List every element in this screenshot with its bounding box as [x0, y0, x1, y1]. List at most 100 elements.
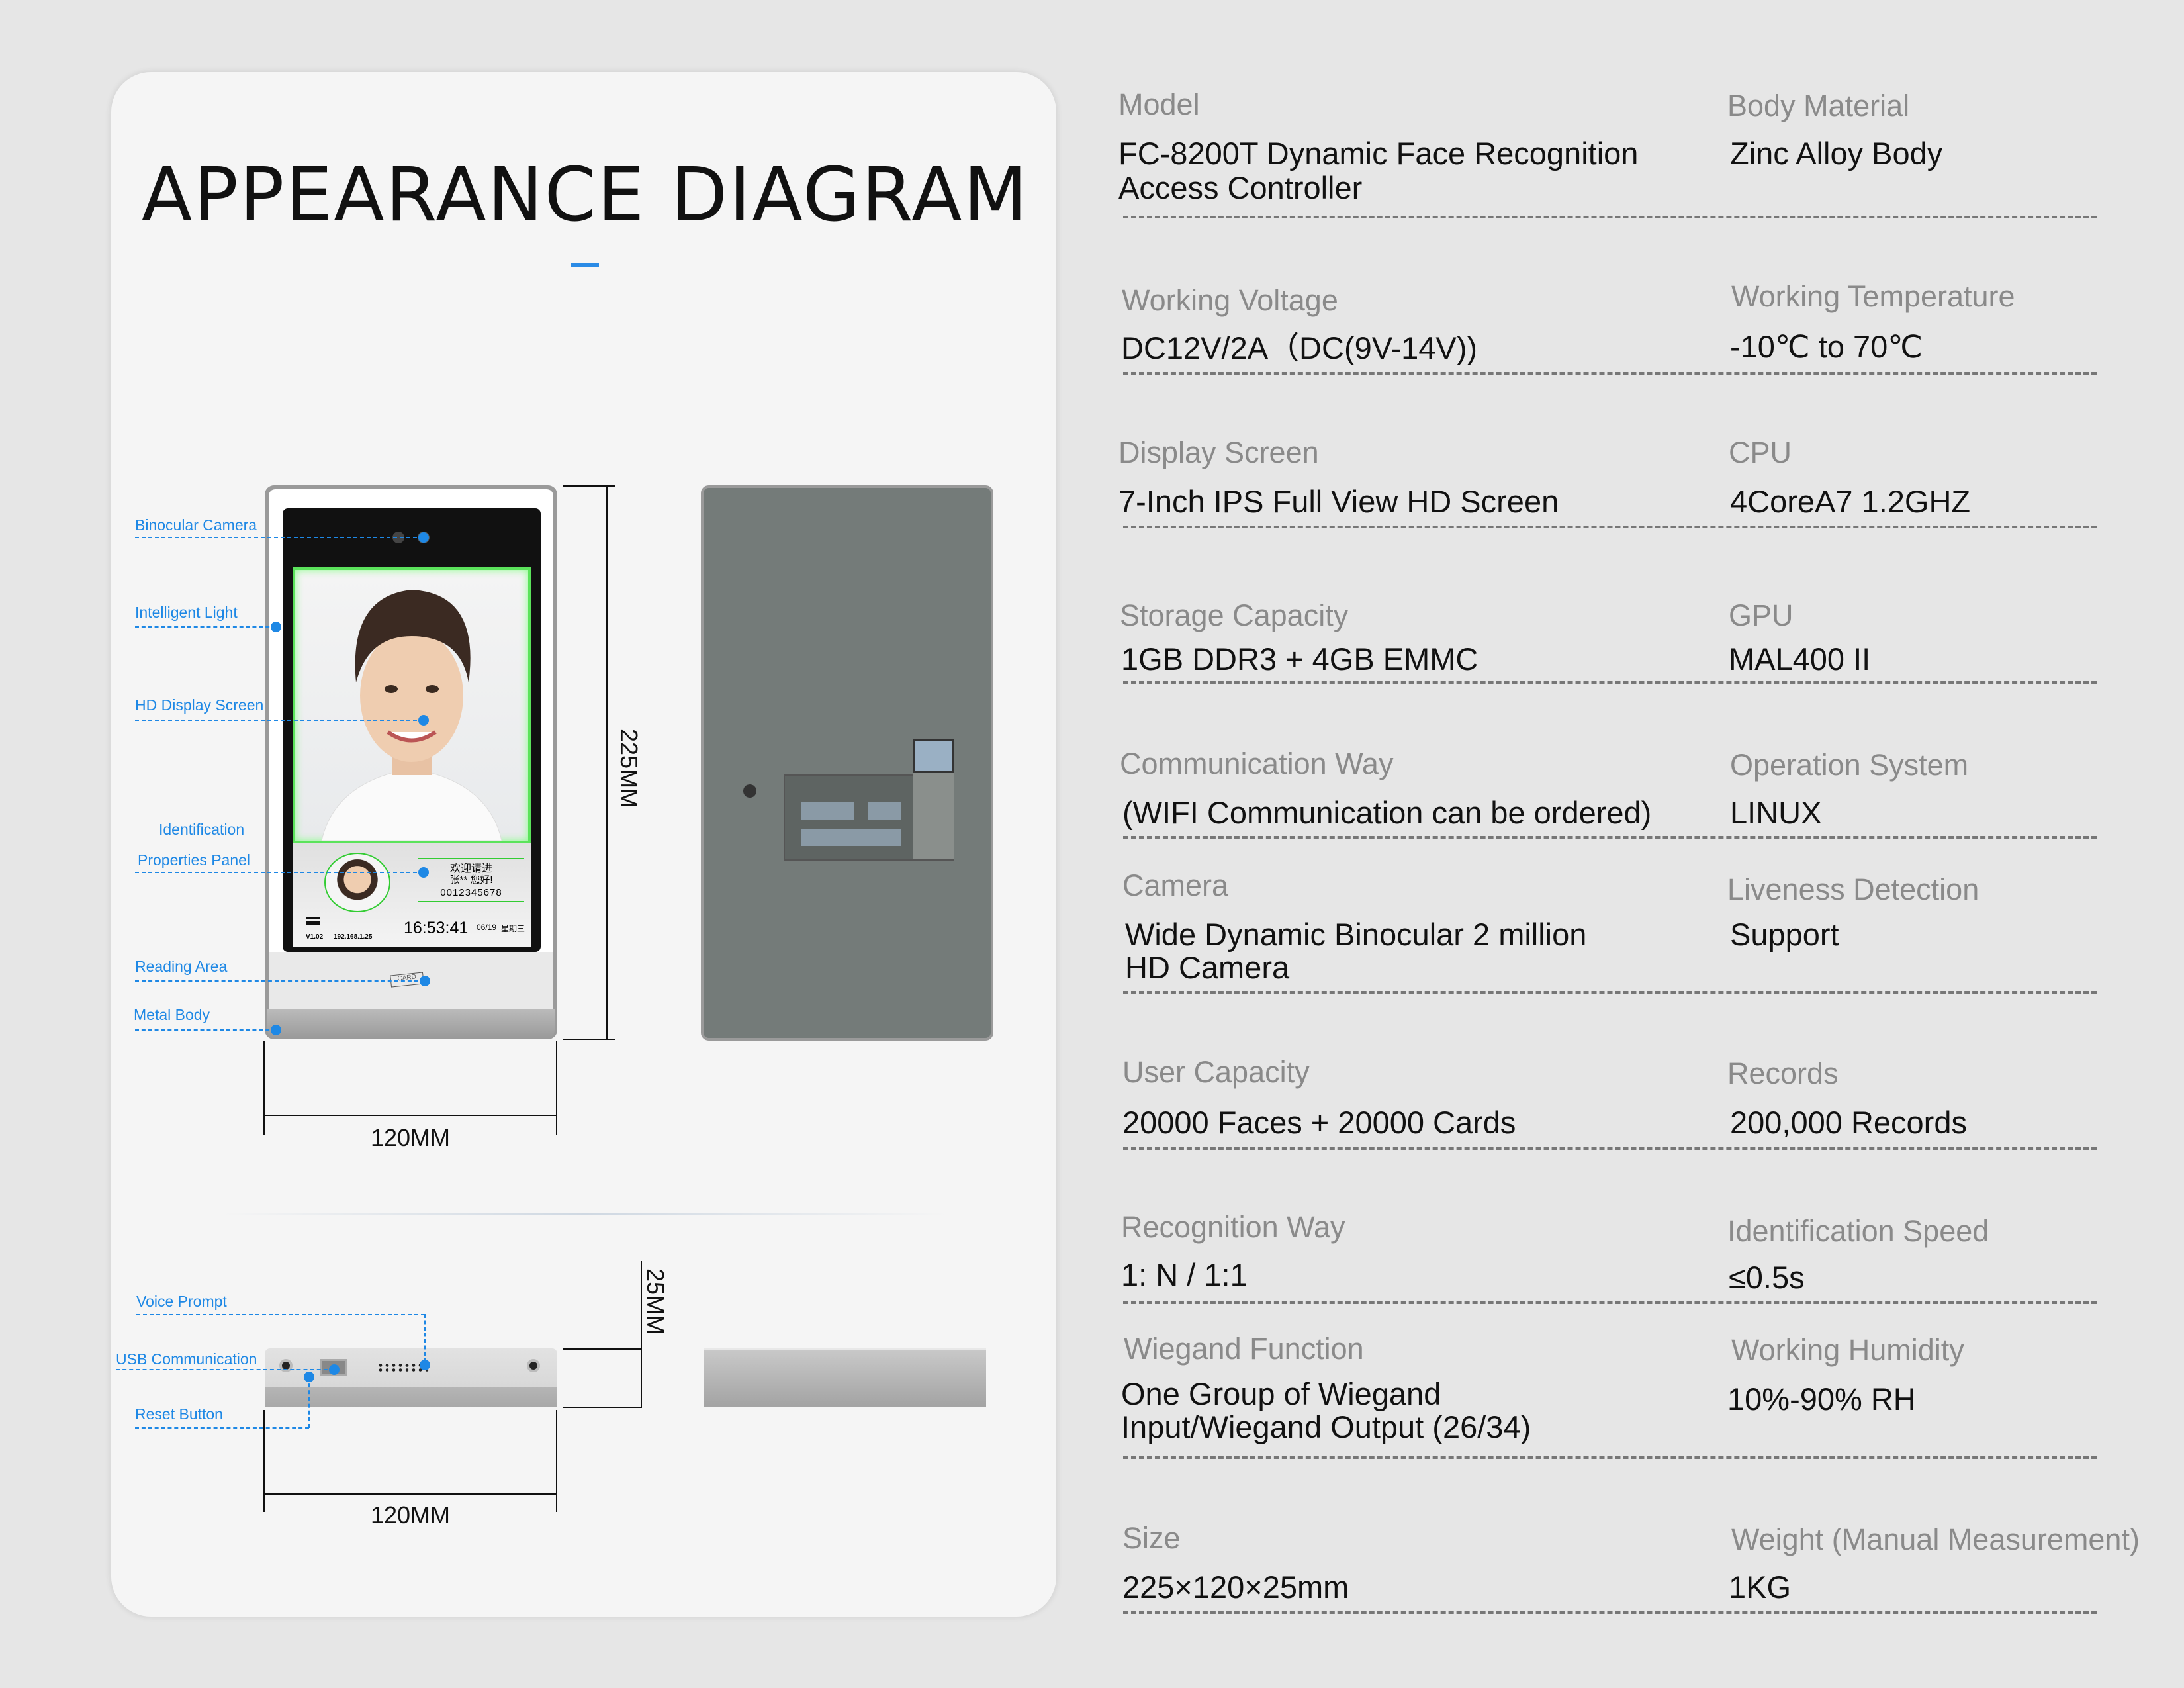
dimension-tick — [556, 1041, 557, 1135]
depth-label: 25MM — [642, 1268, 669, 1335]
spec-value: ≤0.5s — [1729, 1260, 1805, 1295]
marker-dot — [418, 715, 429, 726]
spec-value: Support — [1730, 917, 1839, 952]
row-divider — [1123, 681, 2097, 684]
spec-value: 1: N / 1:1 — [1121, 1257, 1248, 1292]
spec-value: Zinc Alloy Body — [1730, 136, 1943, 171]
row-divider — [1123, 526, 2097, 528]
spec-value: MAL400 II — [1729, 641, 1871, 677]
marker-dot — [420, 1360, 430, 1370]
front-device: 欢迎请进 张** 您好! 0012345678 V1.02 192.168.1.… — [265, 485, 557, 1039]
row-divider — [1123, 836, 2097, 839]
spec-value: HD Camera — [1125, 950, 1290, 985]
section-divider — [223, 1213, 947, 1215]
leader-line — [116, 1369, 334, 1370]
label-binocular-camera: Binocular Camera — [135, 516, 257, 534]
clock-weekday: 星期三 — [501, 924, 525, 933]
width-label: 120MM — [370, 1124, 451, 1151]
greeting-text: 张** 您好! — [449, 874, 493, 886]
spec-label: Working Humidity — [1731, 1333, 1964, 1367]
dimension-tick — [563, 1039, 615, 1040]
spec-label: User Capacity — [1122, 1055, 1310, 1089]
spec-label: CPU — [1729, 436, 1792, 469]
marker-dot — [271, 622, 281, 632]
menu-icon[interactable] — [306, 917, 320, 925]
display-photo — [293, 567, 531, 843]
spec-value: 4CoreA7 1.2GHZ — [1730, 484, 1971, 519]
marker-dot — [329, 1364, 340, 1375]
dimension-tick — [556, 1410, 557, 1512]
marker-dot — [304, 1372, 314, 1382]
label-reset: Reset Button — [135, 1405, 223, 1423]
row-divider — [1123, 372, 2097, 375]
metal-body — [267, 1009, 555, 1039]
spec-label: Working Voltage — [1122, 283, 1338, 317]
spec-label: Liveness Detection — [1727, 872, 1979, 906]
row-divider — [1123, 1301, 2097, 1304]
ip-text: 192.168.1.25 — [334, 933, 373, 941]
dimension-tick — [563, 1348, 642, 1350]
title-underline — [571, 263, 599, 267]
spec-label: Display Screen — [1118, 436, 1319, 469]
spec-label: Records — [1727, 1056, 1839, 1090]
clock-time: 16:53:41 — [404, 919, 469, 937]
label-usb: USB Communication — [116, 1350, 257, 1368]
label-reading-area: Reading Area — [135, 958, 228, 975]
spec-value: 200,000 Records — [1730, 1105, 1967, 1140]
side-device — [704, 1348, 986, 1407]
clock-date: 06/19 — [477, 923, 497, 932]
spec-value: Wide Dynamic Binocular 2 million — [1125, 917, 1587, 952]
row-divider — [1123, 1611, 2097, 1614]
dimension-tick — [563, 485, 615, 487]
height-dimension-line — [606, 485, 608, 1039]
label-properties-panel: Properties Panel — [138, 851, 251, 868]
spec-value: 20000 Faces + 20000 Cards — [1122, 1105, 1516, 1140]
spec-label: Identification Speed — [1727, 1214, 1989, 1248]
leader-line — [135, 980, 425, 982]
row-divider — [1123, 1147, 2097, 1150]
spec-value: Access Controller — [1118, 170, 1363, 205]
spec-value: One Group of Wiegand — [1121, 1376, 1441, 1411]
spec-label: Body Material — [1727, 89, 1910, 122]
dimension-tick — [563, 1407, 642, 1408]
screw-icon — [527, 1359, 540, 1372]
leader-line — [135, 872, 424, 873]
spec-label: GPU — [1729, 598, 1794, 632]
spec-value: FC-8200T Dynamic Face Recognition — [1118, 136, 1639, 171]
dimension-tick — [263, 1410, 265, 1512]
page-title: APPEARANCE DIAGRAM — [141, 152, 1029, 238]
height-label: 225MM — [615, 729, 643, 809]
spec-label: Model — [1118, 87, 1200, 121]
spec-value: Input/Wiegand Output (26/34) — [1121, 1409, 1531, 1444]
width-dimension-line — [263, 1115, 557, 1116]
spec-label: Size — [1122, 1521, 1181, 1555]
spec-value: 10%-90% RH — [1727, 1382, 1916, 1417]
leader-line — [135, 720, 424, 721]
spec-value: DC12V/2A（DC(9V-14V)) — [1121, 330, 1478, 365]
spec-value: (WIFI Communication can be ordered) — [1122, 795, 1652, 830]
spec-label: Recognition Way — [1121, 1210, 1345, 1244]
marker-dot — [420, 976, 430, 986]
label-intelligent-light: Intelligent Light — [135, 604, 238, 621]
leader-line — [135, 537, 424, 538]
marker-dot — [271, 1025, 281, 1035]
back-device — [701, 485, 993, 1041]
leader-line — [136, 1314, 425, 1315]
width-dimension-line — [263, 1493, 557, 1495]
spec-value: 1KG — [1729, 1570, 1792, 1605]
dimension-tick — [263, 1041, 265, 1135]
leader-line — [135, 1427, 309, 1429]
spec-label: Communication Way — [1120, 747, 1394, 780]
spec-value: 1GB DDR3 + 4GB EMMC — [1121, 641, 1479, 677]
leader-line — [135, 626, 276, 628]
version-text: V1.02 — [306, 933, 324, 941]
spec-label: Working Temperature — [1731, 279, 2015, 313]
spec-value: 225×120×25mm — [1122, 1570, 1349, 1605]
row-divider — [1123, 991, 2097, 994]
spec-label: Wiegand Function — [1124, 1332, 1364, 1366]
leader-line — [308, 1377, 310, 1428]
row-divider — [1123, 1456, 2097, 1459]
label-hd-display: HD Display Screen — [135, 696, 264, 714]
label-identification: Identification — [159, 821, 245, 838]
row-divider — [1123, 216, 2097, 218]
